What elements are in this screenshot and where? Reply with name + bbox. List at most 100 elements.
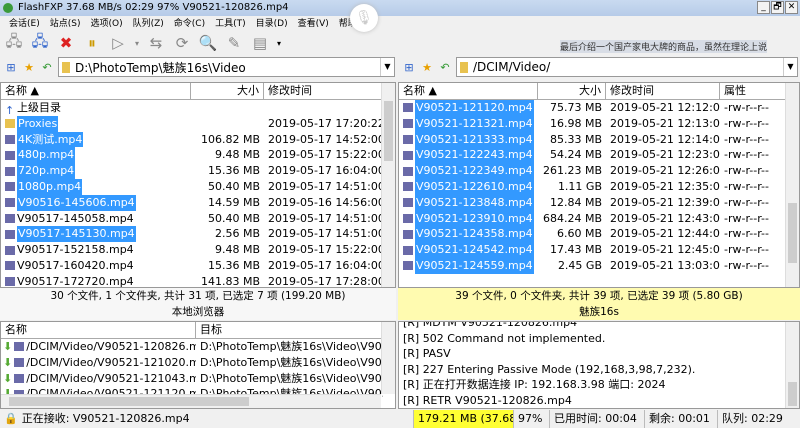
remote-path-input[interactable]: /DCIM/Video/ ▼ [456,57,798,77]
microphone-icon[interactable]: 🎙 [350,4,378,32]
table-row[interactable]: V90521-121333.mp4 85.33 MB 2019-05-21 12:1… [399,131,799,148]
column-date[interactable]: 修改时间 [606,83,720,99]
file-size: 54.24 MB [549,148,602,162]
file-size: 50.40 MB [207,179,260,193]
file-attributes: -rw-r--r-- [724,132,769,146]
column-name[interactable]: 名称 ▲ [1,83,191,99]
back-icon[interactable]: ↶ [40,61,54,74]
video-file-icon [14,373,25,383]
menu-options[interactable]: 选项(O) [85,16,127,32]
transfer-queue: 名称 目标 ⬇ /DCIM/Video/V90521-120826.mp4 D:\P… [0,321,396,409]
file-name-cell: V90517-172720.mp4 [1,274,191,287]
queue-item[interactable]: ⬇ /DCIM/Video/V90521-120826.mp4 D:\PhotoTe… [1,339,395,355]
column-size[interactable]: 大小 [191,83,264,99]
connect-icon[interactable]: 🖧 [4,32,24,52]
table-row[interactable]: 720p.mp4 15.36 MB 2019-05-17 16:04:00 [1,163,395,179]
table-row[interactable]: V90521-124358.mp4 6.60 MB 2019-05-21 12:44… [399,226,799,243]
dropdown-icon[interactable]: ▾ [276,34,282,52]
table-row[interactable]: V90517-145058.mp4 50.40 MB 2019-05-17 14:5… [1,211,395,227]
disconnect-icon[interactable]: 🖧 [30,32,50,52]
restore-button[interactable]: 🗗 [771,1,784,14]
remaining-time: 剩余: 00:01 [644,410,717,428]
video-file-icon [5,166,15,176]
queue-horizontal-scrollbar[interactable] [1,394,381,408]
log-icon[interactable]: ▤ [250,34,270,52]
remote-scrollbar[interactable] [785,83,799,287]
edit-icon[interactable]: ✎ [224,34,244,52]
file-name-cell: V90517-145130.mp4 [1,226,191,243]
menu-view[interactable]: 查看(V) [293,16,334,32]
table-row[interactable]: V90521-123848.mp4 12.84 MB 2019-05-21 12:3… [399,194,799,211]
table-row[interactable]: V90521-122610.mp4 1.11 GB 2019-05-21 12:35… [399,178,799,195]
file-name-cell: ↑ 上级目录 [1,100,191,116]
remote-file-list: 名称 ▲ 大小 修改时间 属性 V90521-121120.mp4 75.73 M… [398,82,800,288]
favorites-star-icon[interactable]: ★ [22,61,36,74]
chevron-down-icon[interactable]: ▼ [380,58,394,76]
abort-icon[interactable]: ✖ [56,34,76,52]
play-icon[interactable]: ▷ [108,34,128,52]
table-row[interactable]: V90517-145130.mp4 2.56 MB 2019-05-17 14:51… [1,226,395,243]
remote-address-bar: ⊞ ★ ↶ /DCIM/Video/ ▼ [398,57,798,77]
table-row[interactable]: 1080p.mp4 50.40 MB 2019-05-17 14:51:00 [1,178,395,195]
chevron-down-icon[interactable]: ▼ [783,58,797,76]
refresh-icon[interactable]: ⟳ [172,34,192,52]
table-row[interactable]: V90521-122349.mp4 261.23 MB 2019-05-21 12:… [399,163,799,179]
tree-icon[interactable]: ⊞ [402,61,416,74]
column-size[interactable]: 大小 [538,83,606,99]
table-row[interactable]: V90521-122243.mp4 54.24 MB 2019-05-21 12:2… [399,147,799,164]
table-row[interactable]: 4K测试.mp4 106.82 MB 2019-05-17 14:52:00 [1,131,395,148]
table-row[interactable]: 480p.mp4 9.48 MB 2019-05-17 15:22:00 [1,147,395,164]
transfer-icon[interactable]: ⇆ [146,34,166,52]
queue-target: D:\PhotoTemp\魅族16s\Video\V90521-1 [200,371,383,385]
menu-directory[interactable]: 目录(D) [251,16,293,32]
minimize-button[interactable]: _ [757,1,770,14]
local-scrollbar[interactable] [381,83,395,287]
queue-item[interactable]: ⬇ /DCIM/Video/V90521-121043.mp4 D:\PhotoTe… [1,371,395,387]
column-date[interactable]: 修改时间 [264,83,384,99]
menu-commands[interactable]: 命令(C) [169,16,210,32]
table-row[interactable]: V90521-121321.mp4 16.98 MB 2019-05-21 12:1… [399,115,799,132]
video-file-icon [403,245,413,255]
table-row[interactable]: V90517-160420.mp4 15.36 MB 2019-05-17 16:0… [1,258,395,274]
table-row[interactable]: V90517-152158.mp4 9.48 MB 2019-05-17 15:22… [1,242,395,258]
table-row[interactable]: V90516-145606.mp4 14.59 MB 2019-05-16 14:5… [1,194,395,211]
file-name: V90521-121333.mp4 [415,131,534,148]
table-row[interactable]: V90521-121120.mp4 75.73 MB 2019-05-21 12:1… [399,100,799,116]
table-row[interactable]: V90517-172720.mp4 141.83 MB 2019-05-17 17:… [1,274,395,287]
table-row[interactable]: V90521-124542.mp4 17.43 MB 2019-05-21 12:4… [399,242,799,258]
table-row[interactable]: V90521-123910.mp4 684.24 MB 2019-05-21 12:… [399,210,799,227]
table-row[interactable]: Proxies 2019-05-17 17:20:22 [1,115,395,132]
file-attributes: -rw-r--r-- [724,164,769,178]
local-path-input[interactable]: D:\PhotoTemp\魅族16s\Video ▼ [58,57,395,77]
menu-sites[interactable]: 站点(S) [45,16,86,32]
close-button[interactable]: ✕ [785,1,798,14]
menu-tools[interactable]: 工具(T) [210,16,251,32]
title-bar: FlashFXP 37.68 MB/s 02:29 97% V90521-120… [0,0,800,16]
dropdown-icon[interactable]: ▾ [134,34,140,52]
log-scrollbar[interactable] [785,322,799,408]
column-name[interactable]: 名称 [1,322,196,338]
local-status: 30 个文件, 1 个文件夹, 共计 31 项, 已选定 7 项 (199.20… [50,290,346,302]
queue-scrollbar[interactable] [381,322,395,394]
up-arrow-icon: ↑ [5,104,15,116]
queue-item[interactable]: ⬇ /DCIM/Video/V90521-121020.mp4 D:\PhotoTe… [1,355,395,371]
file-date: 2019-05-17 16:04:00 [268,258,384,272]
video-file-icon [403,198,413,208]
back-icon[interactable]: ↶ [438,61,452,74]
column-name[interactable]: 名称 ▲ [399,83,538,99]
favorites-star-icon[interactable]: ★ [420,61,434,74]
table-row[interactable]: ↑ 上级目录 [1,100,395,116]
tree-icon[interactable]: ⊞ [4,61,18,74]
local-path-text: D:\PhotoTemp\魅族16s\Video [75,60,246,75]
pause-icon[interactable]: ⏸ [82,34,102,52]
table-row[interactable]: V90521-124559.mp4 2.45 GB 2019-05-21 13:03… [399,257,799,274]
search-icon[interactable]: 🔍 [198,34,218,52]
folder-icon [460,61,468,73]
file-name: V90517-145130.mp4 [17,226,136,243]
menu-queue[interactable]: 队列(Z) [128,16,169,32]
video-file-icon [5,134,15,144]
file-name: V90521-121120.mp4 [415,100,534,116]
queue-time: 队列: 02:29 [717,410,800,428]
column-target[interactable]: 目标 [196,322,386,338]
column-attributes[interactable]: 属性 [720,83,786,99]
